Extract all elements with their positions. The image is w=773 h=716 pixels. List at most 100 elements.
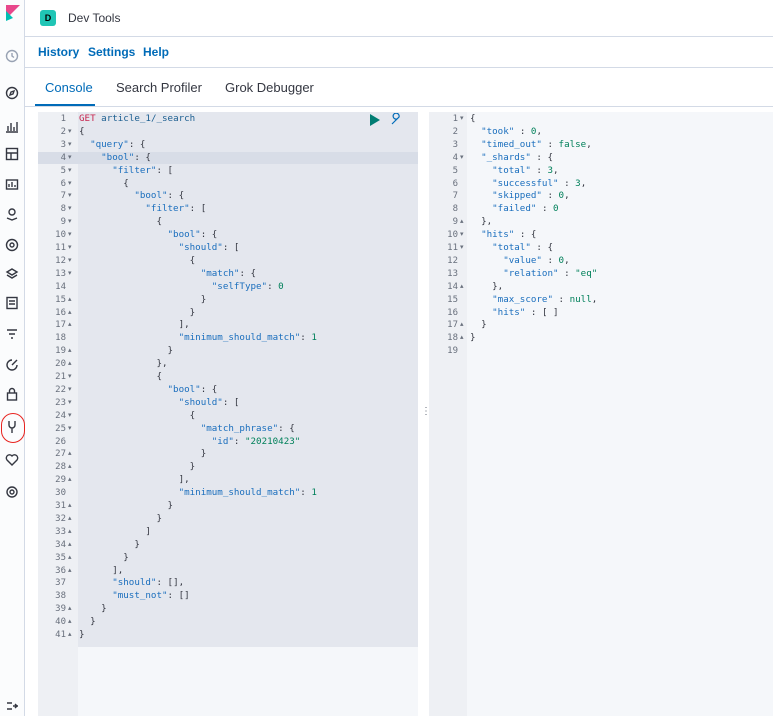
request-fold-toggle-icon[interactable]: ▴ xyxy=(68,603,72,615)
request-fold-toggle-icon[interactable]: ▴ xyxy=(68,616,72,628)
request-code-line: { xyxy=(79,177,129,189)
request-fold-toggle-icon[interactable]: ▾ xyxy=(68,152,72,164)
request-line-number: 39 xyxy=(55,604,66,615)
visualize-icon[interactable] xyxy=(3,117,21,135)
request-code-line: } xyxy=(79,538,140,550)
request-fold-toggle-icon[interactable]: ▴ xyxy=(68,474,72,486)
uptime-icon[interactable] xyxy=(3,325,21,343)
request-code-line: ] xyxy=(79,525,151,537)
response-fold-toggle-icon[interactable]: ▴ xyxy=(460,319,464,331)
request-fold-toggle-icon[interactable]: ▾ xyxy=(68,242,72,254)
request-fold-toggle-icon[interactable]: ▴ xyxy=(68,345,72,357)
apm-icon[interactable] xyxy=(3,356,21,374)
response-code-line: } xyxy=(470,332,476,344)
request-fold-toggle-icon[interactable]: ▾ xyxy=(68,384,72,396)
request-line-number: 19 xyxy=(55,346,66,357)
request-line-number: 36 xyxy=(55,565,66,576)
request-fold-toggle-icon[interactable]: ▴ xyxy=(68,307,72,319)
response-line-number: 1 xyxy=(452,114,458,124)
request-fold-toggle-icon[interactable]: ▾ xyxy=(68,203,72,215)
clock-icon[interactable] xyxy=(3,47,21,65)
response-fold-toggle-icon[interactable]: ▴ xyxy=(460,216,464,228)
response-fold-toggle-icon[interactable]: ▾ xyxy=(460,242,464,254)
response-fold-toggle-icon[interactable]: ▾ xyxy=(460,113,464,125)
request-fold-toggle-icon[interactable]: ▾ xyxy=(68,371,72,383)
management-icon[interactable] xyxy=(3,483,21,501)
request-fold-toggle-icon[interactable]: ▴ xyxy=(68,319,72,331)
response-code-line: "max_score" : null, xyxy=(492,293,598,305)
request-line-number: 30 xyxy=(55,488,66,499)
request-fold-toggle-icon[interactable]: ▾ xyxy=(68,423,72,435)
response-fold-toggle-icon[interactable]: ▴ xyxy=(460,281,464,293)
request-line-number: 16 xyxy=(55,307,66,318)
request-fold-toggle-icon[interactable]: ▾ xyxy=(68,410,72,422)
response-line-number: 4 xyxy=(452,152,458,163)
siem-icon[interactable] xyxy=(3,385,21,403)
request-fold-toggle-icon[interactable]: ▴ xyxy=(68,629,72,641)
request-line-number: 2 xyxy=(60,126,66,137)
request-fold-toggle-icon[interactable]: ▴ xyxy=(68,294,72,306)
tab-search-profiler[interactable]: Search Profiler xyxy=(116,80,202,95)
response-fold-toggle-icon[interactable]: ▾ xyxy=(460,229,464,241)
response-fold-toggle-icon[interactable]: ▾ xyxy=(460,152,464,164)
response-code-line: }, xyxy=(470,280,504,292)
response-code-line: "relation" : "eq" xyxy=(503,267,598,279)
monitoring-icon[interactable] xyxy=(3,451,21,469)
request-fold-toggle-icon[interactable]: ▴ xyxy=(68,526,72,538)
request-fold-toggle-icon[interactable]: ▴ xyxy=(68,513,72,525)
request-fold-toggle-icon[interactable]: ▴ xyxy=(68,539,72,551)
dashboard-icon[interactable] xyxy=(3,145,21,163)
request-line-number: 13 xyxy=(55,268,66,279)
request-code-line: } xyxy=(79,616,96,628)
tab-grok-debugger[interactable]: Grok Debugger xyxy=(225,80,314,95)
settings-link[interactable]: Settings xyxy=(88,45,135,59)
tab-console[interactable]: Console xyxy=(45,80,93,95)
request-code-line: } xyxy=(79,603,107,615)
request-fold-toggle-icon[interactable]: ▴ xyxy=(68,552,72,564)
response-line-number: 12 xyxy=(447,255,458,266)
request-fold-toggle-icon[interactable]: ▴ xyxy=(68,461,72,473)
request-line-number: 33 xyxy=(55,526,66,537)
request-fold-toggle-icon[interactable]: ▾ xyxy=(68,216,72,228)
dev-tools-app: D Dev Tools History Settings Help Consol… xyxy=(0,0,773,716)
request-code-line: "should": [ xyxy=(178,242,240,253)
wrench-settings-icon[interactable] xyxy=(389,113,403,127)
kibana-logo-icon[interactable] xyxy=(4,5,20,21)
request-empty-area[interactable] xyxy=(78,647,418,716)
request-fold-toggle-icon[interactable]: ▾ xyxy=(68,229,72,241)
history-link[interactable]: History xyxy=(38,45,79,59)
help-link[interactable]: Help xyxy=(143,45,169,59)
request-fold-toggle-icon[interactable]: ▾ xyxy=(68,139,72,151)
request-code-line: "should": [ xyxy=(178,396,240,408)
request-line-number: 1 xyxy=(60,114,66,124)
request-fold-toggle-icon[interactable]: ▴ xyxy=(68,358,72,370)
collapse-icon[interactable] xyxy=(3,697,21,715)
request-line-number: 11 xyxy=(55,243,66,253)
response-code-line: }, xyxy=(470,216,493,228)
maps-icon[interactable] xyxy=(3,205,21,223)
logs-icon[interactable] xyxy=(3,294,21,312)
request-fold-toggle-icon[interactable]: ▾ xyxy=(68,255,72,267)
response-code-line: "skipped" : 0, xyxy=(492,190,570,202)
canvas-icon[interactable] xyxy=(3,175,21,193)
compass-icon[interactable] xyxy=(3,84,21,102)
space-badge[interactable]: D xyxy=(40,10,56,26)
request-fold-toggle-icon[interactable]: ▾ xyxy=(68,190,72,202)
response-line-number: 6 xyxy=(452,178,458,189)
request-fold-toggle-icon[interactable]: ▾ xyxy=(68,397,72,409)
request-code-line: { xyxy=(79,254,196,266)
tab-bar: Console Search Profiler Grok Debugger xyxy=(25,68,773,107)
send-request-play-icon[interactable] xyxy=(370,114,380,126)
request-fold-toggle-icon[interactable]: ▾ xyxy=(68,126,72,138)
request-line-number: 20 xyxy=(55,359,66,370)
request-fold-toggle-icon[interactable]: ▾ xyxy=(68,165,72,177)
request-code-line: "filter": [ xyxy=(145,203,207,215)
request-fold-toggle-icon[interactable]: ▾ xyxy=(68,268,72,280)
request-fold-toggle-icon[interactable]: ▾ xyxy=(68,178,72,190)
request-fold-toggle-icon[interactable]: ▴ xyxy=(68,500,72,512)
request-fold-toggle-icon[interactable]: ▴ xyxy=(68,448,72,460)
ml-icon[interactable] xyxy=(3,236,21,254)
response-fold-toggle-icon[interactable]: ▴ xyxy=(460,332,464,344)
request-fold-toggle-icon[interactable]: ▴ xyxy=(68,565,72,577)
stack-icon[interactable] xyxy=(3,265,21,283)
